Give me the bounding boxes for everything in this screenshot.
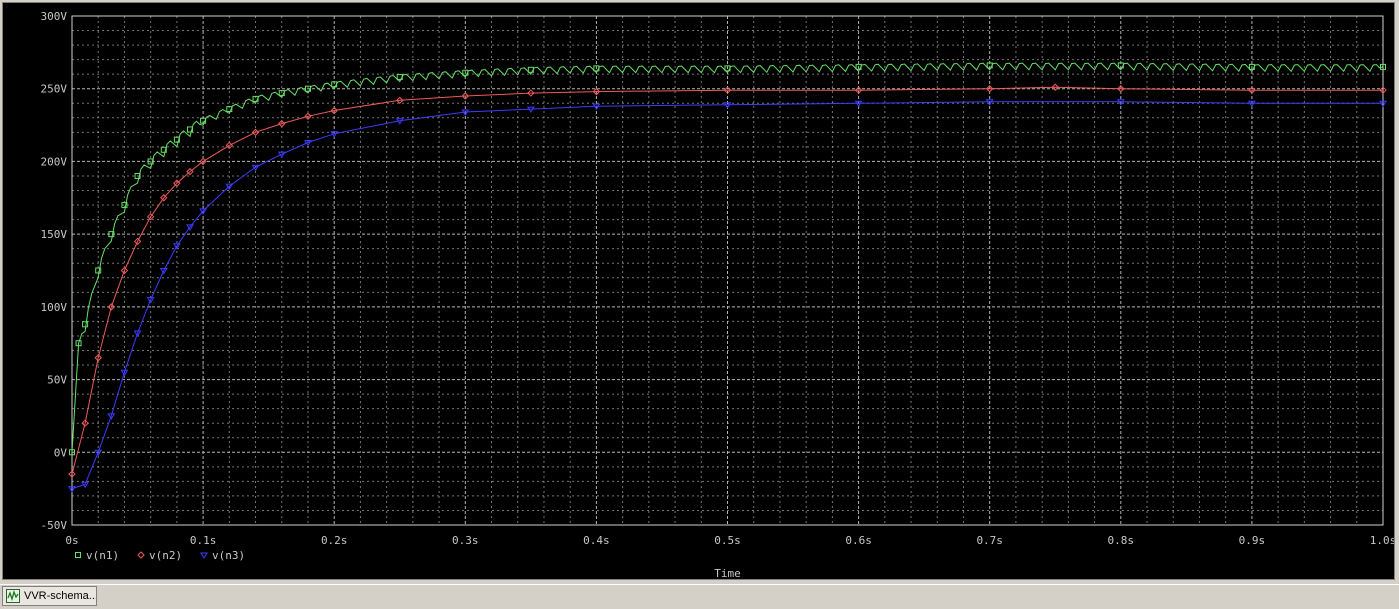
- y-tick-label: 200V: [41, 155, 68, 168]
- y-tick-label: 0V: [54, 446, 68, 459]
- legend-marker: [75, 552, 81, 558]
- plot-area[interactable]: -50V 0V 50V 100V 150V 200V 250V 300V 0s 0.1s 0.2s 0…: [2, 2, 1395, 580]
- y-tick-label: 50V: [47, 374, 67, 387]
- data-point-vn1: [82, 321, 89, 328]
- y-tick-label: 150V: [41, 228, 68, 241]
- legend-marker: [137, 551, 145, 559]
- taskbar-window-button[interactable]: VVR-schema...: [2, 586, 97, 606]
- waveform-app-icon: [6, 589, 20, 603]
- x-tick-label: 0.8s: [1108, 534, 1135, 547]
- x-tick-label: 0.6s: [845, 534, 872, 547]
- x-tick-label: 0.4s: [583, 534, 610, 547]
- x-tick-label: 1.0s: [1370, 534, 1394, 547]
- legend-marker: [200, 552, 208, 559]
- x-tick-label: 0s: [65, 534, 78, 547]
- taskbar-window-label: VVR-schema...: [24, 590, 97, 602]
- x-tick-label: 0.2s: [321, 534, 348, 547]
- series-line-vn3: [71, 101, 1383, 490]
- y-tick-label: 300V: [41, 10, 68, 23]
- x-tick-label: 0.3s: [452, 534, 479, 547]
- x-tick-label: 0.1s: [190, 534, 217, 547]
- x-tick-label: 0.5s: [714, 534, 741, 547]
- probe-window: -50V 0V 50V 100V 150V 200V 250V 300V 0s 0.1s 0.2s 0…: [0, 0, 1399, 582]
- y-tick-label: 100V: [41, 301, 68, 314]
- x-tick-label: 0.7s: [976, 534, 1003, 547]
- x-tick-label: 0.9s: [1239, 534, 1266, 547]
- waveform-chart: -50V 0V 50V 100V 150V 200V 250V 300V 0s 0.1s 0.2s 0…: [41, 10, 1395, 579]
- legend-label: v(n3): [212, 549, 245, 562]
- y-tick-label: -50V: [41, 519, 68, 532]
- y-tick-label: 250V: [41, 83, 68, 96]
- x-axis-label: Time: [714, 567, 741, 579]
- legend-label: v(n2): [149, 549, 182, 562]
- taskbar: VVR-schema...: [0, 584, 1399, 609]
- legend-label: v(n1): [86, 549, 119, 562]
